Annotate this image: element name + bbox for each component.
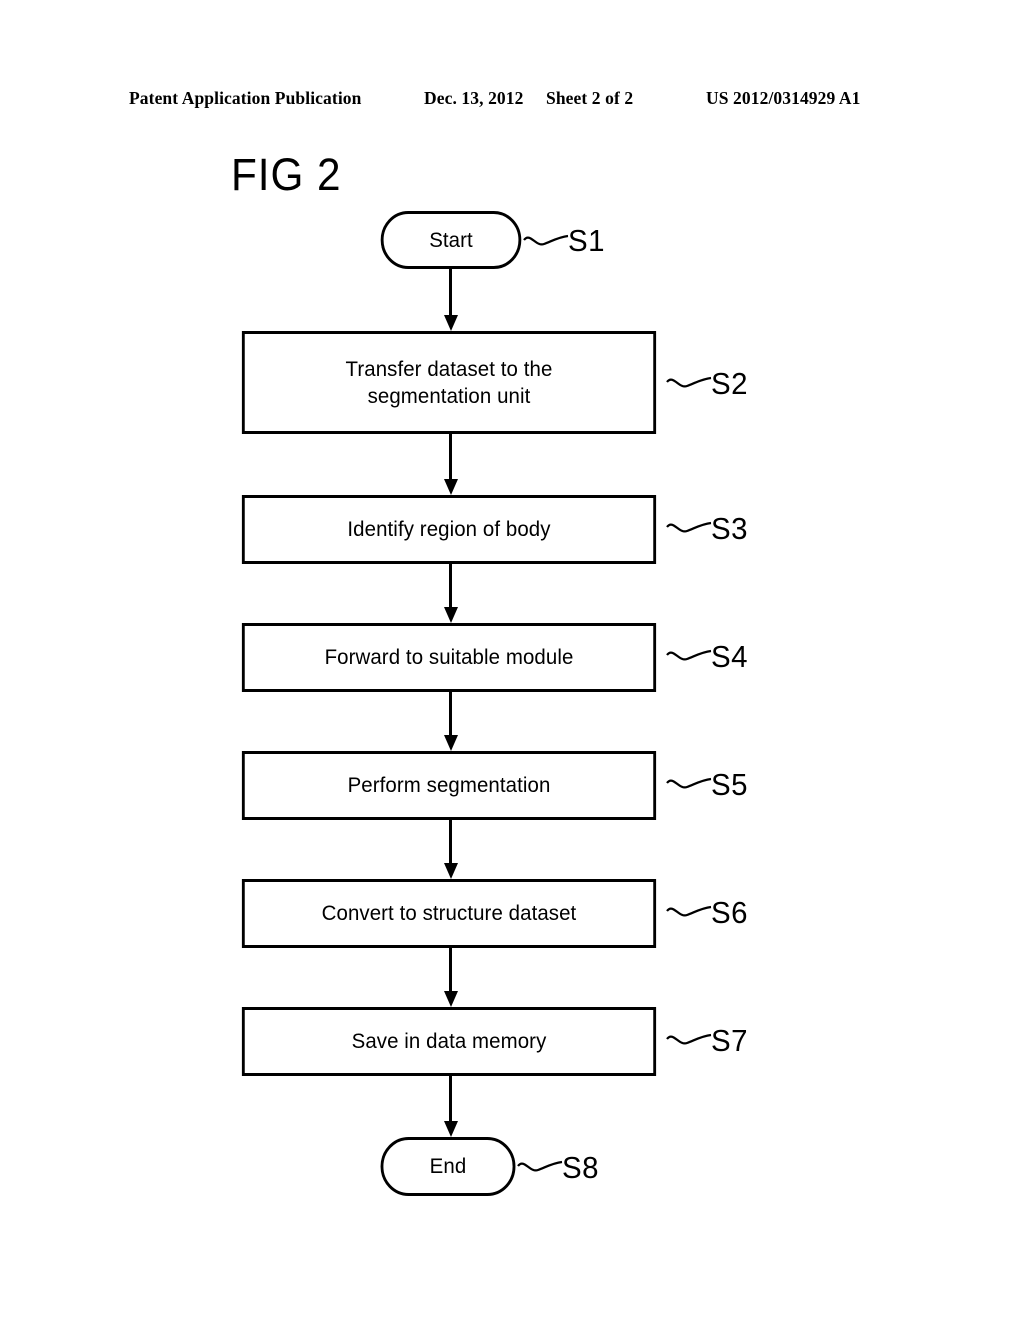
node-label: Transfer dataset to the segmentation unit (345, 357, 553, 408)
arrow-head-icon (444, 479, 458, 495)
reference-label-s6: S6 (711, 895, 748, 930)
node-label: Forward to suitable module (324, 645, 574, 670)
flowchart-node-start: Start (380, 211, 522, 269)
flow-arrow-s3-s4 (444, 564, 458, 623)
reference-label-s2: S2 (711, 366, 748, 401)
leader-line-s7 (666, 1030, 712, 1050)
flow-arrow-s4-s5 (444, 692, 458, 751)
leader-line-s8 (517, 1157, 563, 1177)
flow-arrow-s6-s7 (444, 948, 458, 1007)
arrow-head-icon (444, 735, 458, 751)
flow-arrow-s7-s8 (444, 1076, 458, 1137)
node-label: Start (429, 227, 473, 252)
leader-line-s3 (666, 518, 712, 538)
flowchart-node-perform-segmentation: Perform segmentation (241, 751, 657, 820)
flowchart-figure: FIG 2 Start Transfer dataset to the segme… (0, 0, 1024, 1320)
node-label: Convert to structure dataset (321, 901, 577, 926)
reference-label-s5: S5 (711, 767, 748, 802)
arrow-head-icon (444, 315, 458, 331)
leader-line-s2 (666, 373, 712, 393)
flowchart-node-identify-region: Identify region of body (241, 495, 657, 564)
flowchart-node-transfer-dataset: Transfer dataset to the segmentation unit (241, 331, 657, 434)
flow-arrow-s2-s3 (444, 434, 458, 495)
arrow-shaft (449, 692, 452, 737)
reference-label-s3: S3 (711, 511, 748, 546)
arrow-head-icon (444, 607, 458, 623)
flowchart-node-end: End (380, 1137, 516, 1196)
figure-title: FIG 2 (231, 149, 342, 200)
arrow-shaft (449, 564, 452, 609)
reference-label-s8: S8 (562, 1150, 599, 1185)
leader-line-s1 (523, 231, 569, 251)
arrow-head-icon (444, 1121, 458, 1137)
arrow-shaft (449, 948, 452, 993)
leader-line-s4 (666, 646, 712, 666)
flowchart-node-save-data-memory: Save in data memory (241, 1007, 657, 1076)
flowchart-node-forward-module: Forward to suitable module (241, 623, 657, 692)
node-label: Perform segmentation (347, 773, 551, 798)
node-label: Identify region of body (347, 517, 551, 542)
flow-arrow-s1-s2 (444, 269, 458, 331)
flowchart-node-convert-structure-dataset: Convert to structure dataset (241, 879, 657, 948)
arrow-shaft (449, 269, 452, 317)
reference-label-s1: S1 (568, 223, 605, 258)
node-label: End (429, 1154, 467, 1179)
flow-arrow-s5-s6 (444, 820, 458, 879)
node-label: Save in data memory (351, 1029, 547, 1054)
arrow-head-icon (444, 863, 458, 879)
arrow-shaft (449, 1076, 452, 1123)
arrow-shaft (449, 434, 452, 481)
leader-line-s5 (666, 774, 712, 794)
arrow-head-icon (444, 991, 458, 1007)
arrow-shaft (449, 820, 452, 865)
leader-line-s6 (666, 902, 712, 922)
reference-label-s4: S4 (711, 639, 748, 674)
reference-label-s7: S7 (711, 1023, 748, 1058)
